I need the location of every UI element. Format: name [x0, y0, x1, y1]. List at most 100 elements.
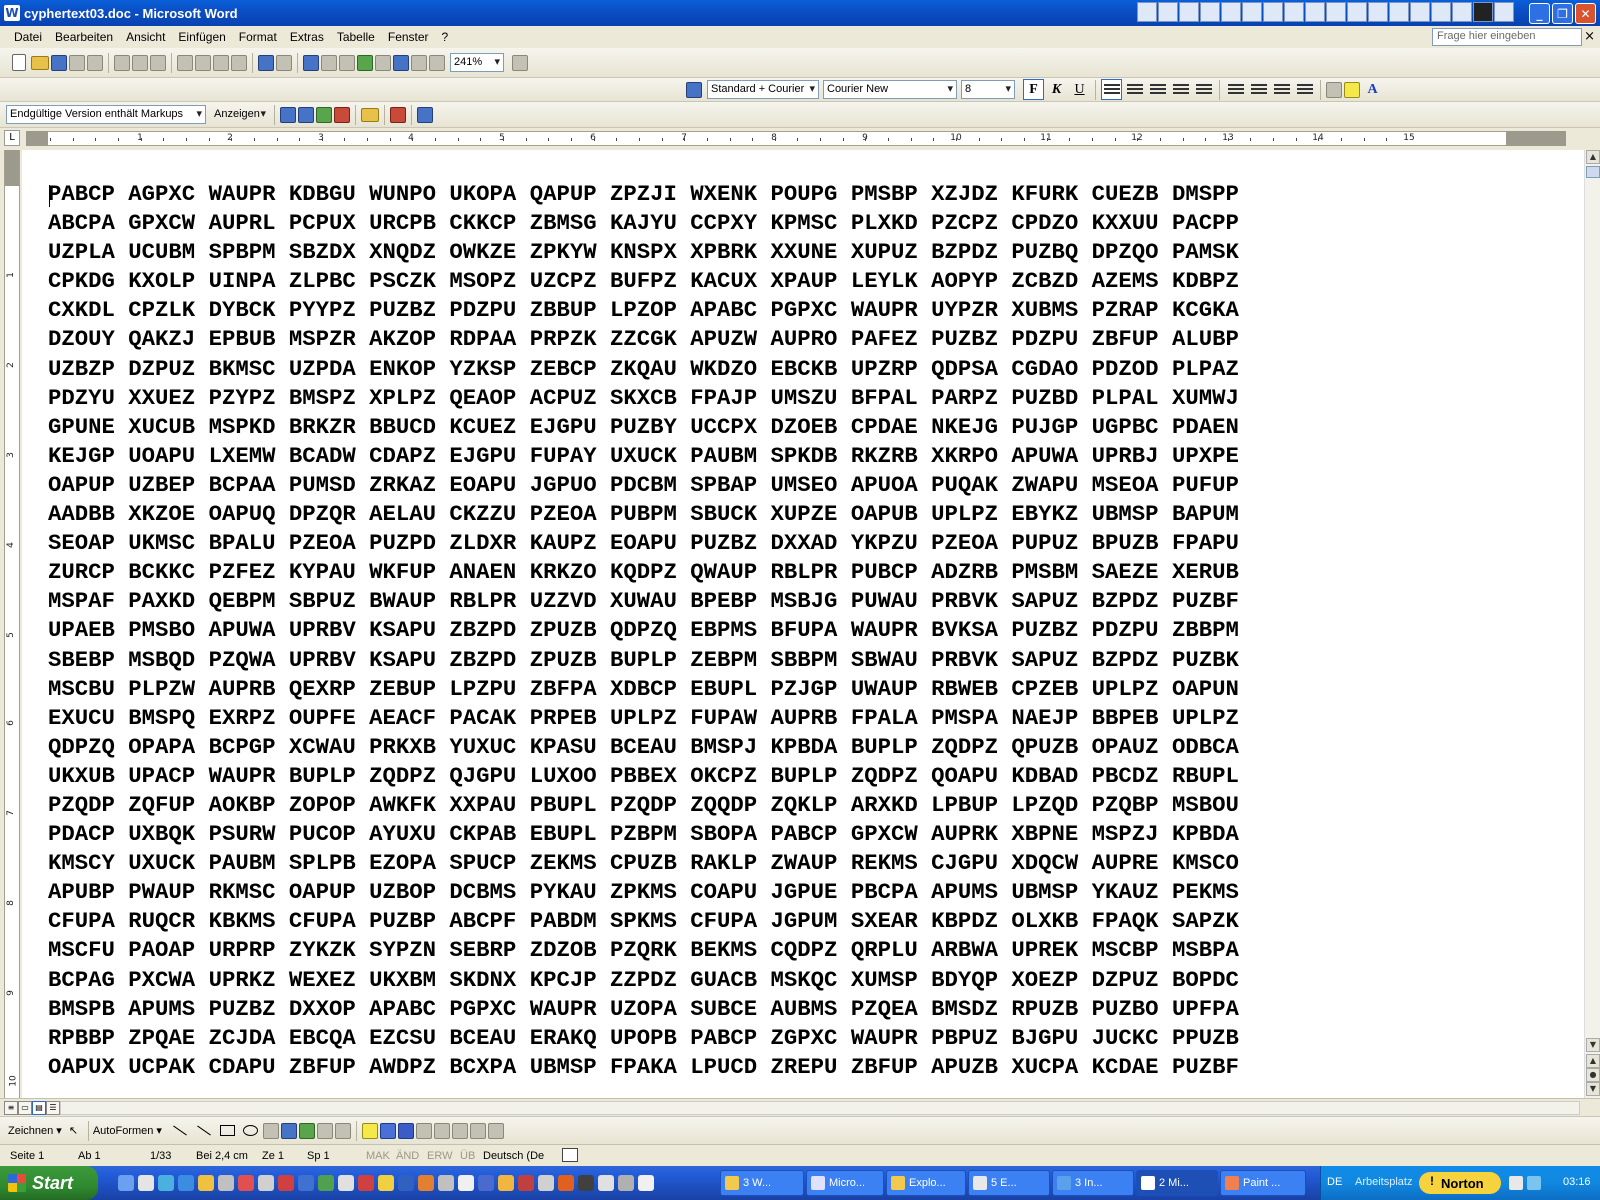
document-line[interactable]: SEOAP UKMSC BPALU PZEOA PUZPD ZLDXR KAUP… — [48, 529, 1239, 558]
quicklaunch-icon[interactable] — [278, 1175, 294, 1191]
scroll-down-button[interactable]: ▼ — [1586, 1038, 1600, 1052]
quicklaunch-icon[interactable] — [558, 1175, 574, 1191]
bold-button[interactable]: F — [1023, 79, 1044, 100]
quick-icon[interactable] — [1263, 2, 1283, 22]
line-color-icon[interactable] — [379, 1122, 396, 1139]
document-line[interactable]: MSPAF PAXKD QEBPM SBPUZ BWAUP RBLPR UZZV… — [48, 587, 1239, 616]
document-canvas[interactable]: PABCP AGPXC WAUPR KDBGU WUNPO UKOPA QAPU… — [22, 150, 1584, 1098]
align-center-button[interactable] — [1124, 79, 1145, 100]
quick-icon[interactable] — [1326, 2, 1346, 22]
quick-icon[interactable] — [1473, 2, 1493, 22]
arbeitsplatz-toolbar[interactable]: Arbeitsplatz — [1355, 1176, 1412, 1188]
taskbar-button-windows[interactable]: 3 W... — [720, 1170, 804, 1196]
menu-help[interactable]: ? — [442, 30, 449, 44]
quicklaunch-icon[interactable] — [438, 1175, 454, 1191]
line-style-icon[interactable] — [415, 1122, 432, 1139]
help-search-input[interactable]: Frage hier eingeben — [1432, 28, 1582, 46]
start-button[interactable]: Start — [0, 1166, 98, 1200]
insert-comment-icon[interactable] — [361, 107, 379, 122]
paste-icon[interactable] — [213, 54, 229, 71]
clipart-icon[interactable] — [316, 1122, 333, 1139]
language-indicator[interactable]: DE — [1327, 1176, 1342, 1188]
quick-icon[interactable] — [1200, 2, 1220, 22]
quicklaunch-icon[interactable] — [638, 1175, 654, 1191]
hyperlink-icon[interactable] — [303, 54, 319, 71]
quicklaunch-icon[interactable] — [578, 1175, 594, 1191]
redo-icon[interactable] — [276, 54, 292, 71]
document-line[interactable]: UKXUB UPACP WAUPR BUPLP ZQDPZ QJGPU LUXO… — [48, 762, 1239, 791]
select-objects-icon[interactable]: ↖ — [69, 1124, 83, 1138]
normal-view-button[interactable]: ≡ — [4, 1101, 18, 1115]
close-document-icon[interactable]: × — [1584, 29, 1595, 44]
quick-icon[interactable] — [1452, 2, 1472, 22]
taskbar-button-internet[interactable]: 3 In... — [1052, 1170, 1134, 1196]
quicklaunch-icon[interactable] — [138, 1175, 154, 1191]
quicklaunch-icon[interactable] — [118, 1175, 134, 1191]
quicklaunch-icon[interactable] — [318, 1175, 334, 1191]
decrease-indent-button[interactable] — [1271, 79, 1292, 100]
menu-datei[interactable]: Datei — [14, 30, 42, 44]
web-view-button[interactable]: ▭ — [18, 1101, 32, 1115]
document-line[interactable]: BMSPB APUMS PUZBZ DXXOP APABC PGPXC WAUP… — [48, 995, 1239, 1024]
document-line[interactable]: MSCFU PAOAP URPRP ZYKZK SYPZN SEBRP ZDZO… — [48, 936, 1239, 965]
document-line[interactable]: PZQDP ZQFUP AOKBP ZOPOP AWKFK XXPAU PBUP… — [48, 791, 1239, 820]
zoom-select[interactable]: 241% — [450, 53, 504, 72]
diagram-icon[interactable] — [298, 1122, 315, 1139]
quicklaunch-icon[interactable] — [598, 1175, 614, 1191]
highlight-icon[interactable] — [1344, 81, 1360, 98]
quicklaunch-icon[interactable] — [418, 1175, 434, 1191]
document-text[interactable]: PABCP AGPXC WAUPR KDBGU WUNPO UKOPA QAPU… — [48, 180, 1239, 1082]
quick-icon[interactable] — [1368, 2, 1388, 22]
clock[interactable]: 03:16 — [1563, 1176, 1591, 1188]
quick-icon[interactable] — [1347, 2, 1367, 22]
line-spacing-button[interactable] — [1193, 79, 1214, 100]
font-size-select[interactable]: 8 — [961, 80, 1015, 99]
document-line[interactable]: KMSCY UXUCK PAUBM SPLPB EZOPA SPUCP ZEKM… — [48, 849, 1239, 878]
outline-view-button[interactable]: ☰ — [46, 1101, 60, 1115]
quicklaunch-icon[interactable] — [158, 1175, 174, 1191]
accept-change-icon[interactable] — [316, 106, 332, 123]
document-line[interactable]: KEJGP UOAPU LXEMW BCADW CDAPZ EJGPU FUPA… — [48, 442, 1239, 471]
track-changes-icon[interactable] — [390, 106, 406, 123]
print-icon[interactable] — [114, 54, 130, 71]
quicklaunch-icon[interactable] — [458, 1175, 474, 1191]
previous-page-button[interactable]: ▲ — [1586, 1054, 1600, 1068]
menu-einfuegen[interactable]: Einfügen — [178, 30, 225, 44]
minimize-button[interactable]: _ — [1529, 3, 1550, 24]
reject-change-icon[interactable] — [334, 106, 350, 123]
browse-object-button[interactable]: ● — [1586, 1068, 1600, 1082]
document-line[interactable]: ZURCP BCKKC PZFEZ KYPAU WKFUP ANAEN KRKZ… — [48, 558, 1239, 587]
shadow-icon[interactable] — [469, 1122, 486, 1139]
draw-menu[interactable]: Zeichnen ▾ — [8, 1124, 62, 1137]
document-line[interactable]: PDACP UXBQK PSURW PUCOP AYUXU CKPAB EBUP… — [48, 820, 1239, 849]
document-line[interactable]: UPAEB PMSBO APUWA UPRBV KSAPU ZBZPD ZPUZ… — [48, 616, 1239, 645]
quick-icon[interactable] — [1410, 2, 1430, 22]
quick-icon[interactable] — [1179, 2, 1199, 22]
taskbar-button-email[interactable]: 5 E... — [968, 1170, 1050, 1196]
document-line[interactable]: PABCP AGPXC WAUPR KDBGU WUNPO UKOPA QAPU… — [48, 180, 1239, 209]
quick-icon[interactable] — [1284, 2, 1304, 22]
format-painter-icon[interactable] — [231, 54, 247, 71]
taskbar-button-paint[interactable]: Paint ... — [1220, 1170, 1306, 1196]
help-icon[interactable] — [512, 54, 528, 71]
copy-icon[interactable] — [195, 54, 211, 71]
status-overtype[interactable]: ÜB — [460, 1150, 475, 1162]
document-line[interactable]: APUBP PWAUP RKMSC OAPUP UZBOP DCBMS PYKA… — [48, 878, 1239, 907]
quicklaunch-icon[interactable] — [398, 1175, 414, 1191]
quicklaunch-icon[interactable] — [298, 1175, 314, 1191]
horizontal-scrollbar[interactable] — [60, 1101, 1580, 1115]
horizontal-ruler[interactable]: 1 2 3 4 5 6 7 8 9 10 11 12 13 14 15 — [48, 131, 1566, 146]
vertical-ruler[interactable]: 1 2 3 4 5 6 7 8 9 10 — [4, 150, 20, 1100]
insert-table-icon[interactable] — [339, 54, 355, 71]
quicklaunch-icon[interactable] — [478, 1175, 494, 1191]
word-app-icon[interactable]: W — [4, 5, 20, 21]
underline-button[interactable]: U — [1069, 79, 1090, 100]
tables-borders-icon[interactable] — [321, 54, 337, 71]
taskbar-button-explorer[interactable]: Explo... — [886, 1170, 966, 1196]
previous-change-icon[interactable] — [280, 106, 296, 123]
next-change-icon[interactable] — [298, 106, 314, 123]
scroll-thumb[interactable] — [1586, 166, 1600, 178]
restore-button[interactable]: ❐ — [1552, 3, 1573, 24]
font-select[interactable]: Courier New — [823, 80, 957, 99]
numbering-button[interactable] — [1225, 79, 1246, 100]
